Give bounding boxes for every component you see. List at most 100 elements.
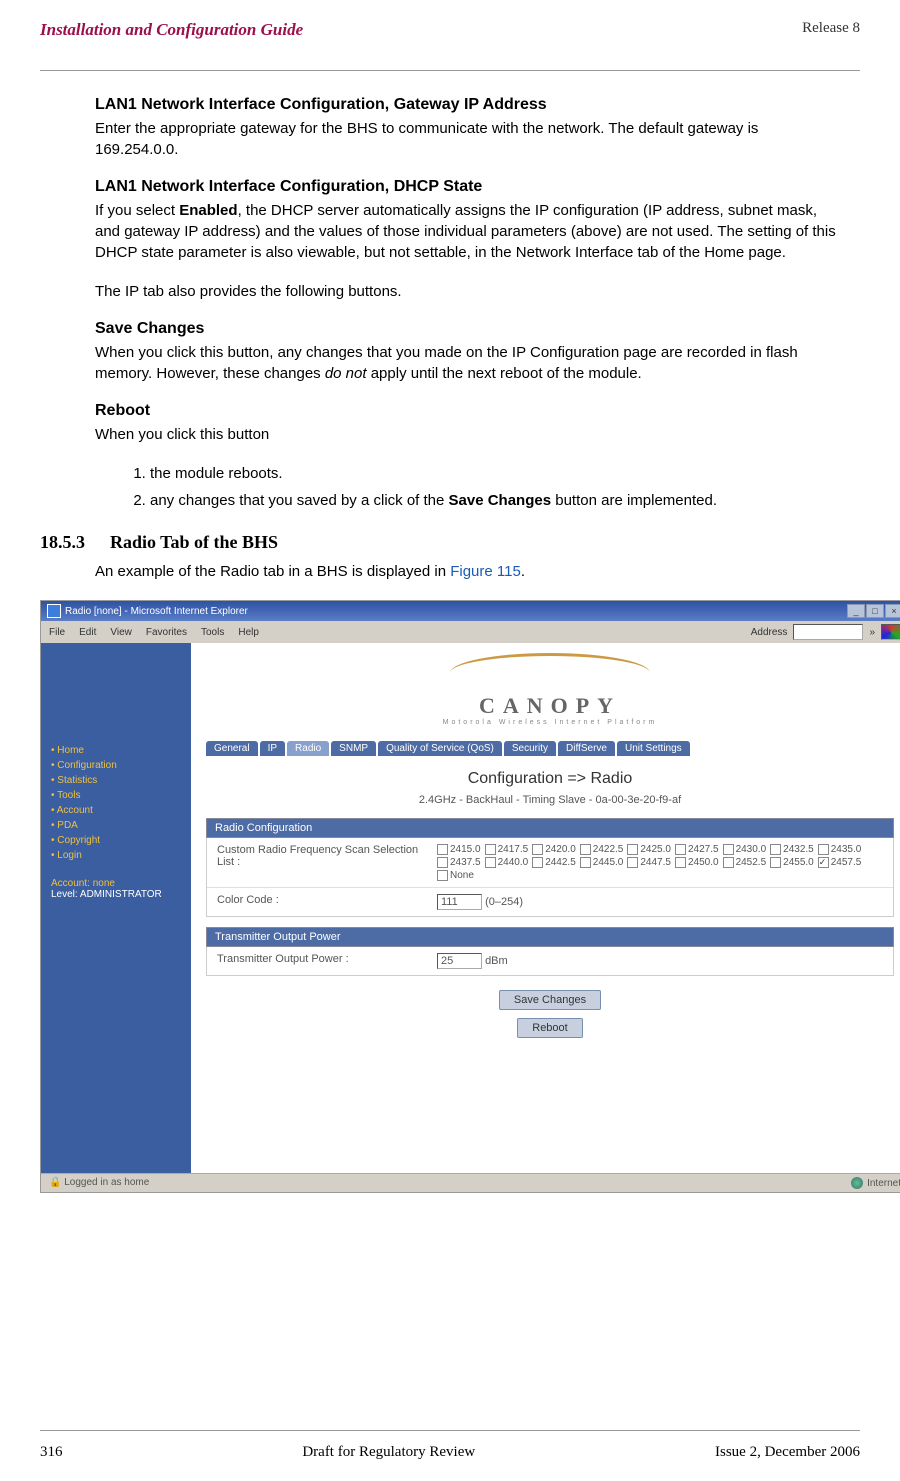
- freq-checkbox-2427.5[interactable]: 2427.5: [675, 844, 719, 855]
- freq-label: 2417.5: [498, 844, 529, 855]
- freq-label: 2427.5: [688, 844, 719, 855]
- freq-checkbox-2430.0[interactable]: 2430.0: [723, 844, 767, 855]
- footer-right: Issue 2, December 2006: [715, 1444, 860, 1461]
- checkbox-icon[interactable]: [437, 857, 448, 868]
- page-number: 316: [40, 1444, 63, 1461]
- logo-subtext: Motorola Wireless Internet Platform: [206, 719, 894, 726]
- freq-label: None: [450, 870, 474, 881]
- freq-label: 2455.0: [783, 857, 814, 868]
- freq-checkbox-None[interactable]: None: [437, 870, 474, 881]
- tab-diffserve[interactable]: DiffServe: [558, 741, 615, 756]
- freq-checkbox-2417.5[interactable]: 2417.5: [485, 844, 529, 855]
- statusbar: 🔒 Logged in as home Internet: [41, 1173, 900, 1192]
- menu-tools[interactable]: Tools: [201, 627, 224, 638]
- tab-general[interactable]: General: [206, 741, 258, 756]
- menu-file[interactable]: File: [49, 627, 65, 638]
- freq-checkbox-2440.0[interactable]: 2440.0: [485, 857, 529, 868]
- freq-checkboxes: 2415.0 2417.5 2420.0 2422.5 2425.0 2427.…: [437, 844, 883, 881]
- minimize-button[interactable]: _: [847, 604, 865, 618]
- freq-label: 2452.5: [736, 857, 767, 868]
- freq-label: 2415.0: [450, 844, 481, 855]
- address-label: Address: [751, 627, 788, 638]
- menu-edit[interactable]: Edit: [79, 627, 96, 638]
- reboot-list: the module reboots. any changes that you…: [125, 463, 845, 512]
- menu-help[interactable]: Help: [238, 627, 259, 638]
- ie-icon: [47, 604, 61, 618]
- tab-snmp[interactable]: SNMP: [331, 741, 376, 756]
- tab-radio[interactable]: Radio: [287, 741, 329, 756]
- checkbox-icon[interactable]: [675, 857, 686, 868]
- freq-checkbox-2457.5[interactable]: 2457.5: [818, 857, 862, 868]
- freq-checkbox-2425.0[interactable]: 2425.0: [627, 844, 671, 855]
- freq-label: 2457.5: [831, 857, 862, 868]
- text-radio-tab-intro: An example of the Radio tab in a BHS is …: [95, 561, 845, 582]
- freq-checkbox-2420.0[interactable]: 2420.0: [532, 844, 576, 855]
- menu-favorites[interactable]: Favorites: [146, 627, 187, 638]
- checkbox-icon[interactable]: [580, 844, 591, 855]
- checkbox-icon[interactable]: [818, 857, 829, 868]
- freq-checkbox-2447.5[interactable]: 2447.5: [627, 857, 671, 868]
- menu-view[interactable]: View: [110, 627, 132, 638]
- checkbox-icon[interactable]: [485, 844, 496, 855]
- tab-qos[interactable]: Quality of Service (QoS): [378, 741, 502, 756]
- tx-power-unit: dBm: [485, 955, 508, 967]
- sidebar-item-copyright[interactable]: Copyright: [51, 833, 181, 848]
- tab-ip[interactable]: IP: [260, 741, 285, 756]
- checkbox-icon[interactable]: [627, 857, 638, 868]
- maximize-button[interactable]: □: [866, 604, 884, 618]
- checkbox-icon[interactable]: [723, 844, 734, 855]
- freq-checkbox-2435.0[interactable]: 2435.0: [818, 844, 862, 855]
- freq-checkbox-2422.5[interactable]: 2422.5: [580, 844, 624, 855]
- freq-checkbox-2432.5[interactable]: 2432.5: [770, 844, 814, 855]
- heading-lan1-gateway: LAN1 Network Interface Configuration, Ga…: [95, 96, 845, 114]
- freq-checkbox-2452.5[interactable]: 2452.5: [723, 857, 767, 868]
- freq-label: 2450.0: [688, 857, 719, 868]
- color-code-input[interactable]: 111: [437, 894, 482, 910]
- freq-checkbox-2450.0[interactable]: 2450.0: [675, 857, 719, 868]
- freq-checkbox-2437.5[interactable]: 2437.5: [437, 857, 481, 868]
- tx-power-input[interactable]: 25: [437, 953, 482, 969]
- text-fragment: .: [521, 563, 525, 580]
- list-item: the module reboots.: [150, 463, 845, 486]
- checkbox-icon[interactable]: [437, 844, 448, 855]
- checkbox-icon[interactable]: [770, 844, 781, 855]
- header-rule: [40, 70, 860, 71]
- checkbox-icon[interactable]: [532, 857, 543, 868]
- freq-checkbox-2445.0[interactable]: 2445.0: [580, 857, 624, 868]
- address-input[interactable]: [793, 624, 863, 640]
- sidebar-item-statistics[interactable]: Statistics: [51, 773, 181, 788]
- checkbox-icon[interactable]: [770, 857, 781, 868]
- save-changes-button[interactable]: Save Changes: [499, 990, 601, 1010]
- checkbox-icon[interactable]: [580, 857, 591, 868]
- panel-radio-config-header: Radio Configuration: [206, 818, 894, 838]
- freq-checkbox-2455.0[interactable]: 2455.0: [770, 857, 814, 868]
- text-lan1-dhcp: If you select Enabled, the DHCP server a…: [95, 200, 845, 263]
- sidebar-item-home[interactable]: Home: [51, 743, 181, 758]
- sidebar-item-configuration[interactable]: Configuration: [51, 758, 181, 773]
- window-title-text: Radio [none] - Microsoft Internet Explor…: [65, 606, 248, 617]
- figure-link[interactable]: Figure 115: [450, 563, 521, 580]
- freq-label: 2435.0: [831, 844, 862, 855]
- sidebar-item-login[interactable]: Login: [51, 848, 181, 863]
- text-donot-italic: do not: [325, 365, 367, 382]
- reboot-button[interactable]: Reboot: [517, 1018, 582, 1038]
- sidebar-item-tools[interactable]: Tools: [51, 788, 181, 803]
- tab-unit-settings[interactable]: Unit Settings: [617, 741, 690, 756]
- main-content: CANOPY Motorola Wireless Internet Platfo…: [191, 643, 900, 1173]
- checkbox-icon[interactable]: [818, 844, 829, 855]
- freq-checkbox-2442.5[interactable]: 2442.5: [532, 857, 576, 868]
- freq-label: 2442.5: [545, 857, 576, 868]
- checkbox-icon[interactable]: [675, 844, 686, 855]
- checkbox-icon[interactable]: [627, 844, 638, 855]
- checkbox-icon[interactable]: [485, 857, 496, 868]
- checkbox-icon[interactable]: [532, 844, 543, 855]
- tab-security[interactable]: Security: [504, 741, 556, 756]
- close-button[interactable]: ×: [885, 604, 900, 618]
- sidebar-item-pda[interactable]: PDA: [51, 818, 181, 833]
- sidebar-item-account[interactable]: Account: [51, 803, 181, 818]
- checkbox-icon[interactable]: [437, 870, 448, 881]
- checkbox-icon[interactable]: [723, 857, 734, 868]
- panel-tx-power-header: Transmitter Output Power: [206, 927, 894, 947]
- freq-checkbox-2415.0[interactable]: 2415.0: [437, 844, 481, 855]
- window-titlebar[interactable]: Radio [none] - Microsoft Internet Explor…: [41, 601, 900, 621]
